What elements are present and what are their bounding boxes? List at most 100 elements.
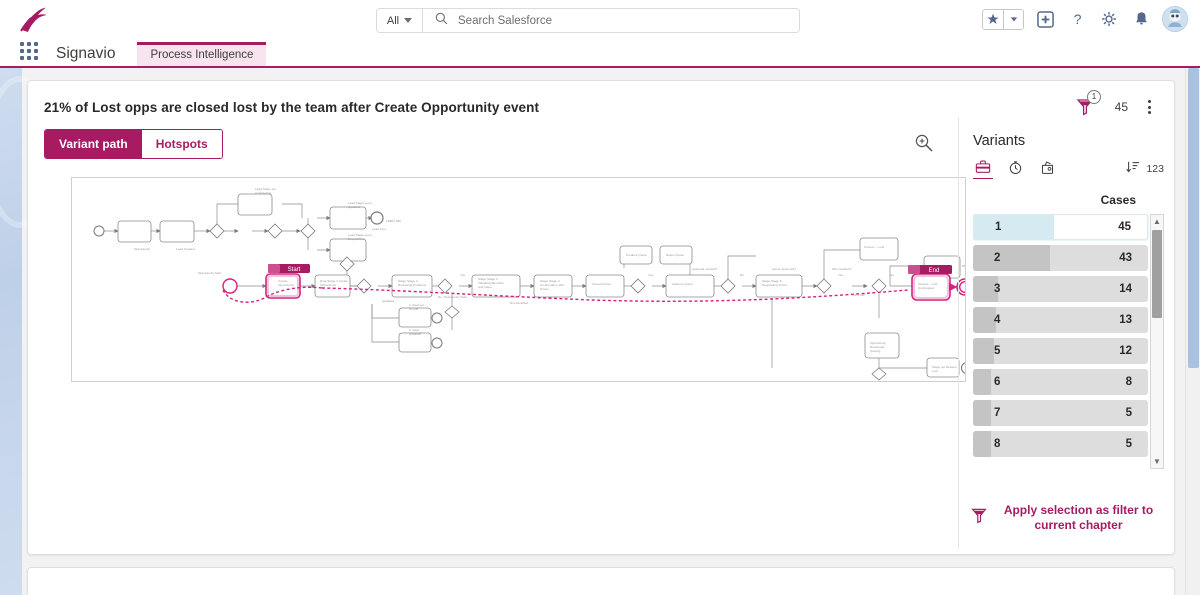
table-row[interactable]: 2 43 bbox=[973, 245, 1148, 271]
search-field-wrap[interactable] bbox=[423, 9, 799, 32]
table-row[interactable]: 68 bbox=[973, 369, 1148, 395]
svg-text:Closed Quote: Closed Quote bbox=[592, 282, 611, 286]
favorites-group[interactable] bbox=[982, 8, 1024, 30]
variants-panel: Variants 123 Cases 1 45 2 43 3 14 4 13 5… bbox=[958, 117, 1174, 549]
variant-index: 7 bbox=[994, 407, 1001, 419]
svg-text:Unchanged: Unchanged bbox=[918, 286, 934, 290]
variant-scrollbar-thumb[interactable] bbox=[1152, 230, 1162, 318]
card-filter-button[interactable]: 1 bbox=[1076, 90, 1101, 117]
star-icon[interactable] bbox=[983, 9, 1003, 29]
variant-case-count: 14 bbox=[1119, 283, 1132, 295]
card-case-count: 45 bbox=[1114, 100, 1128, 114]
tab-process-intelligence[interactable]: Process Intelligence bbox=[137, 41, 267, 66]
svg-text:Win included?: Win included? bbox=[832, 267, 852, 271]
page-scrollbar[interactable] bbox=[1185, 68, 1200, 595]
global-search-bar[interactable]: All bbox=[376, 8, 800, 33]
cases-column-header: Cases bbox=[1100, 193, 1136, 207]
page-content: 21% of Lost opps are closed lost by the … bbox=[22, 68, 1185, 595]
question-mark-icon[interactable]: ? bbox=[1066, 8, 1088, 30]
cost-bag-icon[interactable] bbox=[1037, 159, 1057, 179]
table-row[interactable]: 85 bbox=[973, 431, 1148, 457]
magnifier-zoom-icon[interactable] bbox=[914, 133, 936, 155]
svg-text:Power: Power bbox=[540, 287, 549, 291]
app-launcher-waffle-icon[interactable] bbox=[16, 38, 42, 64]
svg-text:Opportunity: Opportunity bbox=[134, 247, 150, 251]
variant-index: 2 bbox=[994, 252, 1001, 264]
svg-text:Qualified: Qualified bbox=[382, 299, 394, 303]
kebab-menu-icon[interactable] bbox=[1142, 98, 1156, 116]
svg-text:Opportunity: Opportunity bbox=[320, 283, 336, 287]
svg-text:Qualified: Qualified bbox=[348, 205, 360, 209]
salesforce-deer-logo[interactable] bbox=[14, 5, 54, 35]
svg-text:Qualified: Qualified bbox=[409, 332, 421, 336]
funnel-icon bbox=[971, 507, 987, 529]
card-body: Variant path Hotspots Start End Opportun… bbox=[28, 117, 1174, 549]
svg-text:?: ? bbox=[1073, 12, 1081, 28]
next-card-placeholder bbox=[27, 567, 1175, 595]
card-header-tools: 1 45 bbox=[1076, 90, 1156, 117]
variant-index: 5 bbox=[994, 345, 1001, 357]
sort-control[interactable]: 123 bbox=[1126, 160, 1164, 179]
svg-text:Lead Lost: Lead Lost bbox=[386, 219, 401, 223]
variant-case-count: 5 bbox=[1125, 407, 1132, 419]
svg-text:Approval needed?: Approval needed? bbox=[692, 267, 717, 271]
table-row[interactable]: 3 14 bbox=[973, 276, 1148, 302]
page-background-decoration bbox=[0, 68, 56, 595]
variant-list-scrollbar[interactable]: ▲ ▼ bbox=[1150, 214, 1164, 469]
user-avatar[interactable] bbox=[1162, 6, 1188, 32]
table-row[interactable]: 4 13 bbox=[973, 307, 1148, 333]
svg-text:No. Opportunity Start: No. Opportunity Start bbox=[438, 295, 467, 299]
chevron-down-icon[interactable]: ▼ bbox=[1151, 455, 1163, 468]
variant-case-count: 43 bbox=[1119, 252, 1132, 264]
variant-index: 1 bbox=[995, 221, 1002, 233]
svg-text:Closed — Lost: Closed — Lost bbox=[864, 245, 884, 249]
svg-text:Win Lost?: Win Lost? bbox=[852, 293, 866, 297]
tab-variant-path[interactable]: Variant path bbox=[45, 130, 142, 158]
svg-text:Opportunity Start: Opportunity Start bbox=[198, 271, 222, 275]
salesforce-global-header: All Search Salesforce ? bbox=[0, 0, 1200, 40]
gear-icon[interactable] bbox=[1098, 8, 1120, 30]
cases-briefcase-icon[interactable] bbox=[973, 159, 993, 179]
variant-analysis-card: 21% of Lost opps are closed lost by the … bbox=[27, 80, 1175, 555]
favorites-chevron-down-icon[interactable] bbox=[1003, 9, 1023, 29]
variant-index: 3 bbox=[994, 283, 1001, 295]
page-body: 21% of Lost opps are closed lost by the … bbox=[0, 68, 1200, 595]
diagram-pane: Variant path Hotspots Start End Opportun… bbox=[28, 117, 966, 549]
variant-list: 1 45 2 43 3 14 4 13 5 12 6 8 7 5 8 5 ▲ ▼ bbox=[973, 214, 1164, 469]
tab-hotspots[interactable]: Hotspots bbox=[141, 130, 222, 158]
search-input[interactable] bbox=[458, 14, 799, 27]
svg-text:Lost: Lost bbox=[932, 369, 938, 373]
app-navigation-bar: Signavio Process Intelligence bbox=[0, 40, 1200, 68]
variant-case-count: 8 bbox=[1125, 376, 1132, 388]
metric-icon-group bbox=[973, 159, 1057, 179]
start-badge: Start bbox=[268, 264, 310, 273]
svg-text:No: No bbox=[890, 273, 894, 277]
chevron-up-icon[interactable]: ▲ bbox=[1151, 215, 1163, 228]
variants-title: Variants bbox=[973, 133, 1026, 149]
svg-text:Start: Start bbox=[288, 267, 301, 273]
bell-icon[interactable] bbox=[1130, 8, 1152, 30]
page-scrollbar-thumb[interactable] bbox=[1188, 68, 1199, 368]
view-mode-tabs: Variant path Hotspots bbox=[44, 129, 223, 159]
svg-text:No: No bbox=[740, 273, 744, 277]
svg-text:Lead Lost: Lead Lost bbox=[372, 227, 386, 231]
plus-square-icon[interactable] bbox=[1034, 8, 1056, 30]
svg-text:Negotiating Terms: Negotiating Terms bbox=[762, 283, 787, 287]
bpmn-process-diagram[interactable]: Start End Opportunity Lead Created Lead … bbox=[71, 177, 966, 382]
header-actions: ? bbox=[982, 6, 1188, 32]
search-scope-selector[interactable]: All bbox=[377, 9, 423, 32]
svg-text:Reviewing Problems: Reviewing Problems bbox=[398, 283, 427, 287]
svg-text:Approve Quote: Approve Quote bbox=[672, 282, 693, 286]
apply-selection-filter-button[interactable]: Apply selection as filter to current cha… bbox=[971, 503, 1162, 533]
svg-text:End: End bbox=[929, 268, 940, 274]
table-row[interactable]: 5 12 bbox=[973, 338, 1148, 364]
card-header: 21% of Lost opps are closed lost by the … bbox=[28, 81, 1174, 117]
end-badge: End bbox=[908, 265, 952, 274]
variants-toolbar: 123 bbox=[973, 159, 1164, 179]
app-name-label: Signavio bbox=[56, 45, 116, 62]
table-row[interactable]: 1 45 bbox=[973, 214, 1148, 240]
sort-descending-icon[interactable] bbox=[1126, 160, 1140, 179]
duration-clock-icon[interactable] bbox=[1005, 159, 1025, 179]
svg-text:Reject Quote: Reject Quote bbox=[666, 253, 684, 257]
table-row[interactable]: 75 bbox=[973, 400, 1148, 426]
